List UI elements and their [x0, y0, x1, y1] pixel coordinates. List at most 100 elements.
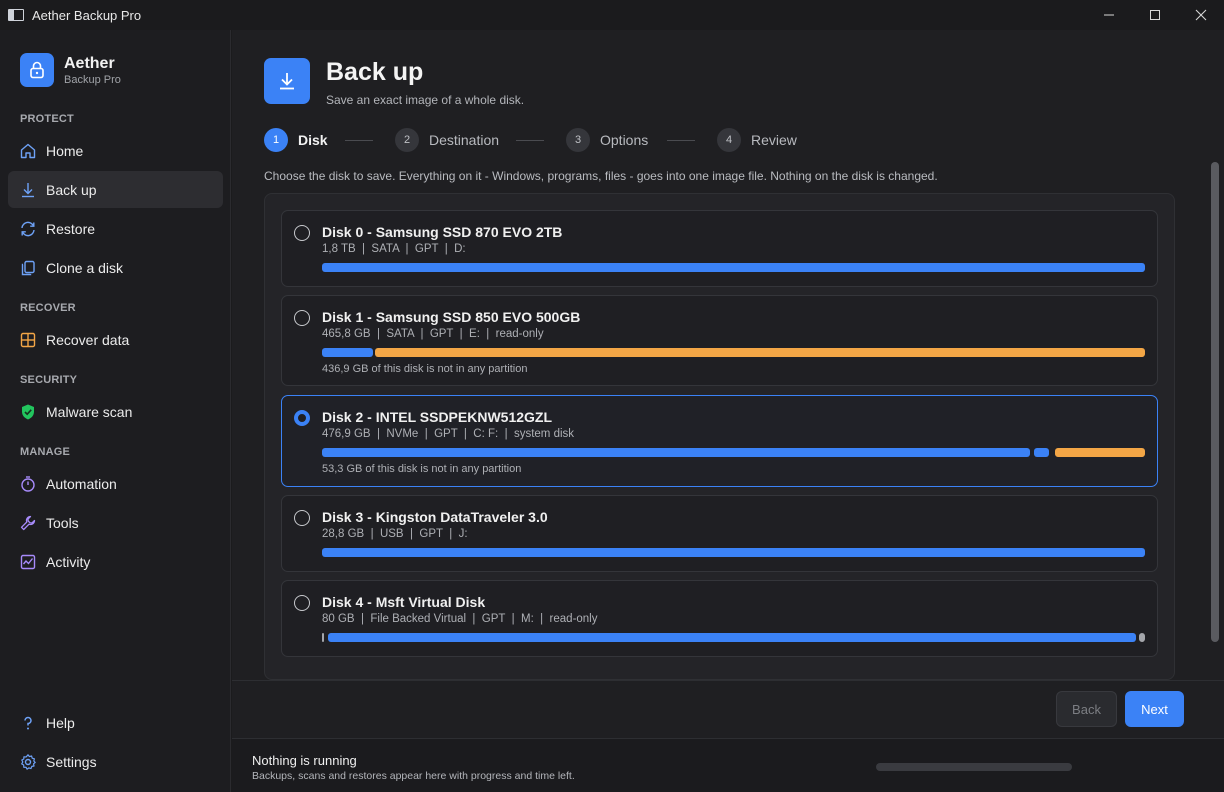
disk-radio[interactable]	[294, 595, 310, 611]
maximize-icon	[1150, 10, 1160, 20]
status-progress-bar	[876, 763, 1072, 771]
disk-meta: 476,9 GB | NVMe | GPT | C: F: | system d…	[322, 428, 575, 440]
minimize-button[interactable]	[1086, 0, 1132, 30]
question-icon	[18, 713, 38, 733]
step-connector	[516, 140, 544, 141]
app-icon	[8, 9, 24, 21]
maximize-button[interactable]	[1132, 0, 1178, 30]
scrollbar[interactable]	[1209, 160, 1221, 644]
step-number: 4	[717, 128, 741, 152]
disk-card-2[interactable]: Disk 2 - INTEL SSDPEKNW512GZL 476,9 GB |…	[281, 395, 1158, 487]
section-recover: RECOVER	[20, 302, 76, 314]
status-subtitle: Backups, scans and restores appear here …	[252, 770, 575, 782]
instruction-text: Choose the disk to save. Everything on i…	[264, 169, 938, 183]
disk-name: Disk 1 - Samsung SSD 850 EVO 500GB	[322, 309, 581, 325]
disk-radio[interactable]	[294, 310, 310, 326]
sidebar-item-label: Home	[46, 142, 84, 159]
sidebar-item-label: Restore	[46, 220, 96, 237]
partition-bar	[322, 263, 1145, 272]
disk-meta: 465,8 GB | SATA | GPT | E: | read-only	[322, 328, 544, 340]
sidebar-item-restore[interactable]: Restore	[8, 210, 223, 247]
close-button[interactable]	[1178, 0, 1224, 30]
step-number: 2	[395, 128, 419, 152]
step-label: Disk	[298, 132, 328, 148]
timer-icon	[18, 474, 38, 494]
sidebar-item-label: Automation	[46, 475, 117, 492]
main-content: Back up Save an exact image of a whole d…	[232, 30, 1224, 792]
title-bar: Aether Backup Pro	[0, 0, 1224, 30]
disk-note: 436,9 GB of this disk is not in any part…	[322, 363, 528, 375]
page-title: Back up	[326, 58, 424, 86]
disk-list: Disk 0 - Samsung SSD 870 EVO 2TB 1,8 TB …	[264, 193, 1175, 680]
step-connector	[345, 140, 373, 141]
partition-segment	[1139, 633, 1145, 642]
sidebar-item-label: Malware scan	[46, 403, 133, 420]
window-title: Aether Backup Pro	[32, 7, 142, 23]
disk-radio[interactable]	[294, 510, 310, 526]
disk-name: Disk 4 - Msft Virtual Disk	[322, 594, 486, 610]
disk-card-1[interactable]: Disk 1 - Samsung SSD 850 EVO 500GB 465,8…	[281, 295, 1158, 386]
sidebar-item-settings[interactable]: Settings	[8, 743, 223, 780]
disk-card-4[interactable]: Disk 4 - Msft Virtual Disk 80 GB | File …	[281, 580, 1158, 657]
scrollbar-thumb[interactable]	[1211, 162, 1219, 642]
partition-segment	[322, 348, 373, 357]
step-options[interactable]: 3 Options	[566, 127, 648, 153]
disk-radio[interactable]	[294, 410, 310, 426]
sidebar-item-label: Recover data	[46, 331, 130, 348]
lock-icon	[20, 53, 54, 87]
sidebar-item-label: Help	[46, 714, 75, 731]
shield-icon	[18, 402, 38, 422]
partition-segment	[322, 633, 324, 642]
status-bar: Nothing is running Backups, scans and re…	[232, 738, 1224, 792]
step-label: Review	[751, 132, 797, 148]
partition-segment	[322, 263, 1145, 272]
sidebar-item-backup[interactable]: Back up	[8, 171, 223, 208]
download-icon	[18, 180, 38, 200]
partition-bar	[322, 448, 1145, 457]
brand-name: Aether	[64, 54, 115, 72]
step-label: Options	[600, 132, 649, 148]
disk-card-3[interactable]: Disk 3 - Kingston DataTraveler 3.0 28,8 …	[281, 495, 1158, 572]
partition-bar	[322, 548, 1145, 557]
section-protect: PROTECT	[20, 113, 74, 125]
sidebar-item-malware-scan[interactable]: Malware scan	[8, 393, 223, 430]
page-subtitle: Save an exact image of a whole disk.	[326, 93, 525, 107]
step-disk[interactable]: 1 Disk	[264, 127, 328, 153]
section-security: SECURITY	[20, 374, 78, 386]
sidebar-item-activity[interactable]: Activity	[8, 543, 223, 580]
sidebar-item-clone[interactable]: Clone a disk	[8, 249, 223, 286]
close-icon	[1195, 9, 1207, 21]
back-button[interactable]: Back	[1056, 691, 1117, 727]
partition-segment	[1034, 448, 1049, 457]
sidebar-item-label: Clone a disk	[46, 259, 124, 276]
unallocated-segment	[1055, 448, 1145, 457]
sidebar-item-home[interactable]: Home	[8, 132, 223, 169]
disk-card-0[interactable]: Disk 0 - Samsung SSD 870 EVO 2TB 1,8 TB …	[281, 210, 1158, 287]
disk-radio[interactable]	[294, 225, 310, 241]
step-label: Destination	[429, 132, 500, 148]
sidebar-item-recover-data[interactable]: Recover data	[8, 321, 223, 358]
grid-icon	[18, 330, 38, 350]
partition-segment	[322, 548, 1145, 557]
wrench-icon	[18, 513, 38, 533]
unallocated-segment	[375, 348, 1145, 357]
step-review[interactable]: 4 Review	[717, 127, 797, 153]
sidebar-item-help[interactable]: Help	[8, 704, 223, 741]
sidebar-item-label: Back up	[46, 181, 97, 198]
footer-divider	[232, 680, 1224, 681]
sidebar-item-label: Settings	[46, 753, 97, 770]
window-controls	[1086, 0, 1224, 30]
partition-bar	[322, 348, 1145, 357]
refresh-icon	[18, 219, 38, 239]
partition-bar	[322, 633, 1145, 642]
disk-name: Disk 3 - Kingston DataTraveler 3.0	[322, 509, 548, 525]
sidebar-item-automation[interactable]: Automation	[8, 465, 223, 502]
step-destination[interactable]: 2 Destination	[395, 127, 499, 153]
sidebar-item-tools[interactable]: Tools	[8, 504, 223, 541]
disk-meta: 1,8 TB | SATA | GPT | D:	[322, 243, 466, 255]
partition-segment	[328, 633, 1136, 642]
disk-name: Disk 0 - Samsung SSD 870 EVO 2TB	[322, 224, 563, 240]
step-number: 1	[264, 128, 288, 152]
next-button[interactable]: Next	[1125, 691, 1184, 727]
status-title: Nothing is running	[252, 753, 357, 768]
